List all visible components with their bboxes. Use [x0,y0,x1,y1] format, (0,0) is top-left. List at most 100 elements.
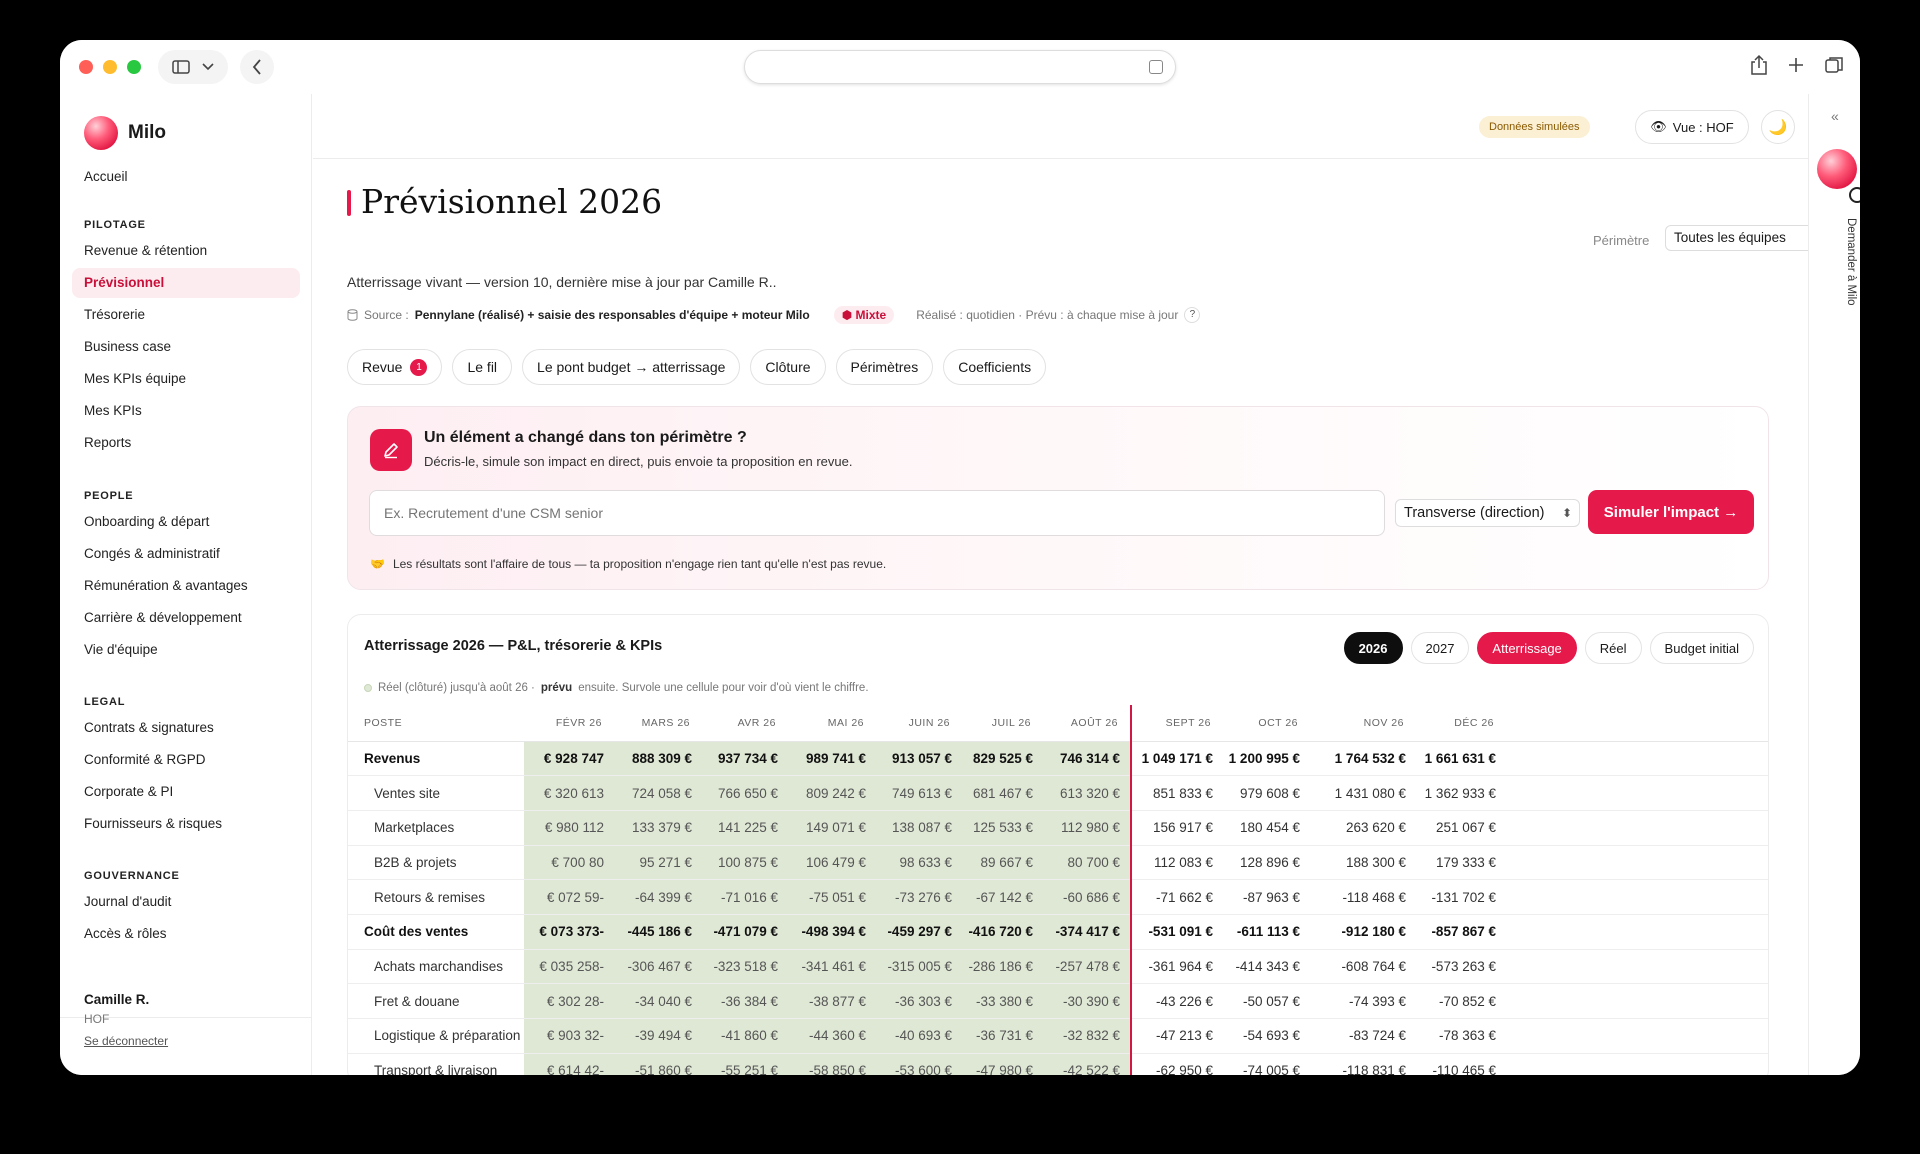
table-cell[interactable]: -323 518 € [702,949,788,985]
table-cell[interactable]: 180 454 € [1223,810,1310,846]
table-cell[interactable]: -73 276 € [876,879,962,915]
table-cell[interactable]: -32 832 € [1043,1018,1132,1054]
table-cell[interactable]: -60 686 € [1043,879,1132,915]
table-cell[interactable]: -78 363 € [1416,1018,1506,1054]
zoom-window-button[interactable] [127,60,141,74]
table-cell[interactable]: -28 302 € [524,983,614,1019]
table-cell[interactable]: -416 720 € [962,914,1043,950]
table-cell[interactable]: -6 339 499 € [1506,914,1768,950]
sidebar-item-audit[interactable]: Journal d'audit [72,887,300,917]
tab-overview-icon[interactable] [1824,54,1844,76]
table-cell[interactable]: -361 964 € [1131,949,1223,985]
table-cell[interactable]: 95 271 € [614,845,702,881]
pill-year-2026[interactable]: 2026 [1343,632,1403,664]
back-button[interactable] [240,50,274,84]
table-cell[interactable]: 80 700 € [1043,845,1132,881]
table-cell[interactable]: 989 741 € [788,741,876,777]
table-cell[interactable]: -54 693 € [1223,1018,1310,1054]
table-cell[interactable]: 10 221 999 € [1506,775,1768,811]
proposal-input[interactable] [369,490,1385,536]
table-cell[interactable]: 138 087 € [876,810,962,846]
table-cell[interactable]: -373 073 € [524,914,614,950]
ask-milo-label[interactable]: Demander à Milo [1845,218,1857,306]
sidebar-item-tresorerie[interactable]: Trésorerie [72,300,300,330]
table-cell[interactable]: 851 833 € [1131,775,1223,811]
table-cell[interactable]: -341 461 € [788,949,876,985]
table-cell[interactable]: -940 962 € [1506,879,1768,915]
table-cell[interactable]: 251 067 € [1416,810,1506,846]
table-cell[interactable]: -87 963 € [1223,879,1310,915]
table-cell[interactable]: -36 384 € [702,983,788,1019]
table-cell[interactable]: -64 399 € [614,879,702,915]
sidebar-item-vie-equipe[interactable]: Vie d'équipe [72,635,300,665]
table-cell[interactable]: 128 896 € [1223,845,1310,881]
table-cell[interactable]: -471 079 € [702,914,788,950]
table-cell[interactable]: 1 362 933 € [1416,775,1506,811]
table-cell[interactable]: 766 650 € [702,775,788,811]
table-cell[interactable]: -50 057 € [1223,983,1310,1019]
help-icon[interactable]: ? [1184,307,1201,323]
table-cell[interactable]: 724 058 € [614,775,702,811]
table-cell[interactable]: 1 431 080 € [1310,775,1416,811]
table-cell[interactable]: -58 850 € [788,1053,876,1075]
reader-icon[interactable] [1149,60,1163,74]
milo-assistant-icon[interactable] [1817,149,1857,189]
sidebar-item-remuneration[interactable]: Rémunération & avantages [72,571,300,601]
minimize-window-button[interactable] [103,60,117,74]
collapse-icon[interactable]: « [1831,108,1839,124]
table-cell[interactable]: -55 251 € [702,1053,788,1075]
table-cell[interactable]: -286 186 € [962,949,1043,985]
table-cell[interactable]: 829 525 € [962,741,1043,777]
table-cell[interactable]: -33 380 € [962,983,1043,1019]
table-cell[interactable]: -567 268 € [1506,1018,1768,1054]
table-cell[interactable]: -118 468 € [1310,879,1416,915]
table-cell[interactable]: -42 522 € [1043,1053,1132,1075]
table-cell[interactable]: 1 883 001 € [1506,810,1768,846]
table-cell[interactable]: -41 860 € [702,1018,788,1054]
table-cell[interactable]: 613 320 € [1043,775,1132,811]
table-cell[interactable]: -83 724 € [1310,1018,1416,1054]
scope-select[interactable]: Transverse (direction) [1395,499,1580,527]
table-cell[interactable]: -74 005 € [1223,1053,1310,1075]
table-cell[interactable]: 681 467 € [962,775,1043,811]
table-cell[interactable]: 141 225 € [702,810,788,846]
logout-link[interactable]: Se déconnecter [84,1034,168,1048]
perimetre-select[interactable]: Toutes les équipes [1665,225,1827,251]
address-bar[interactable] [744,50,1176,84]
table-cell[interactable]: -39 494 € [614,1018,702,1054]
table-cell[interactable]: 179 333 € [1416,845,1506,881]
table-cell[interactable]: -505 349 € [1506,983,1768,1019]
tab-coefficients[interactable]: Coefficients [943,349,1047,385]
table-cell[interactable]: 89 667 € [962,845,1043,881]
table-cell[interactable]: 746 314 € [1043,741,1132,777]
sidebar-item-acces[interactable]: Accès & rôles [72,919,300,949]
table-cell[interactable]: 149 071 € [788,810,876,846]
table-cell[interactable]: -51 860 € [614,1053,702,1075]
table-cell[interactable]: -445 186 € [614,914,702,950]
table-cell[interactable]: 125 533 € [962,810,1043,846]
table-cell[interactable]: -763 628 € [1506,1053,1768,1075]
table-cell[interactable]: -32 903 € [524,1018,614,1054]
table-cell[interactable]: -59 072 € [524,879,614,915]
table-cell[interactable]: 937 734 € [702,741,788,777]
pill-budget-initial[interactable]: Budget initial [1649,632,1754,664]
pill-reel[interactable]: Réel [1584,632,1642,664]
tab-le-fil[interactable]: Le fil [452,349,513,385]
table-cell[interactable]: -43 226 € [1131,983,1223,1019]
sidebar-item-kpis-equipe[interactable]: Mes KPIs équipe [72,364,300,394]
table-cell[interactable]: -258 035 € [524,949,614,985]
table-cell[interactable]: 112 083 € [1131,845,1223,881]
simulate-impact-button[interactable]: Simuler l'impact → [1588,490,1754,534]
table-cell[interactable]: -608 764 € [1310,949,1416,985]
table-cell[interactable]: 749 613 € [876,775,962,811]
table-cell[interactable]: -74 393 € [1310,983,1416,1019]
table-cell[interactable]: 1 764 532 € [1310,741,1416,777]
table-cell[interactable]: 888 309 € [614,741,702,777]
table-cell[interactable]: -857 867 € [1416,914,1506,950]
view-switch-button[interactable]: 👁 Vue : HOF [1635,110,1749,144]
table-cell[interactable]: -71 016 € [702,879,788,915]
table-cell[interactable]: -70 852 € [1416,983,1506,1019]
sidebar-item-contrats[interactable]: Contrats & signatures [72,713,300,743]
table-cell[interactable]: 100 875 € [702,845,788,881]
sidebar-item-accueil[interactable]: Accueil [72,162,300,192]
